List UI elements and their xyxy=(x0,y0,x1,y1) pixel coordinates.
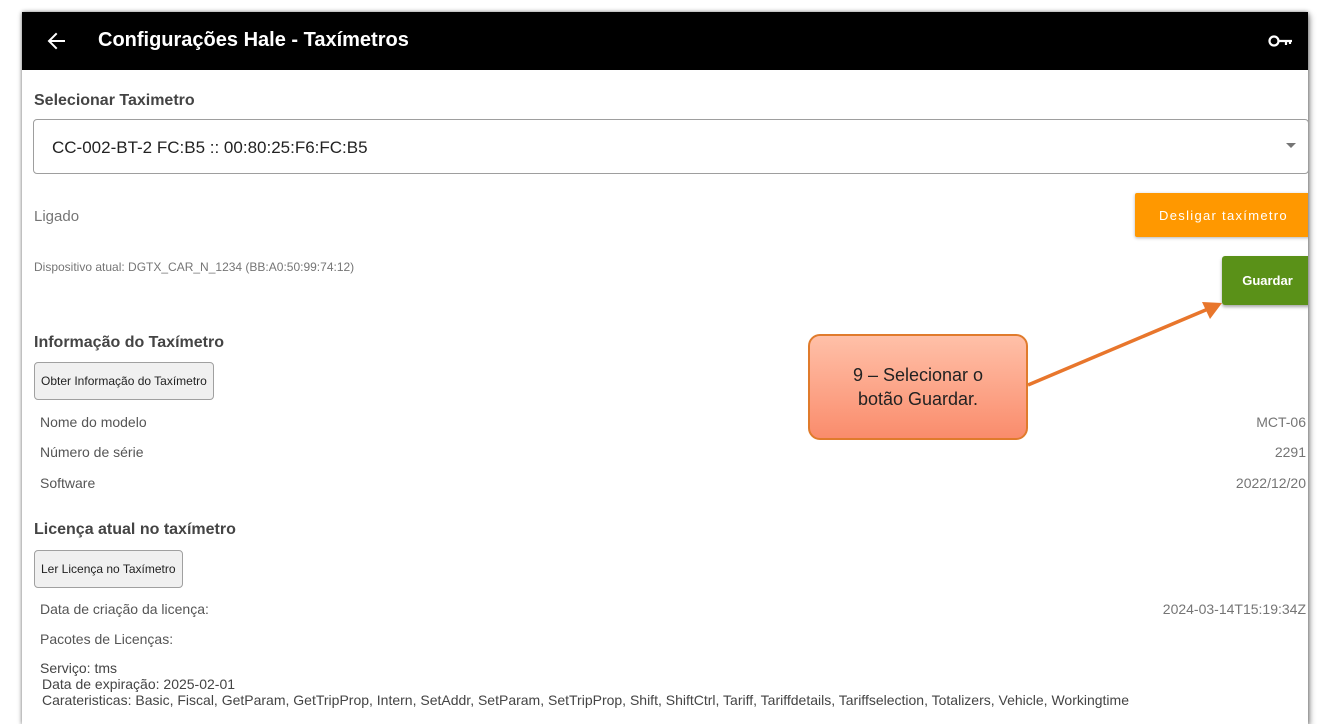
taximeter-select[interactable]: CC-002-BT-2 FC:B5 :: 00:80:25:F6:FC:B5 xyxy=(33,119,1308,174)
app-window: Configurações Hale - Taxímetros Selecion… xyxy=(22,12,1308,724)
license-packages-label: Pacotes de Licenças: xyxy=(40,631,174,647)
taximeter-info-heading: Informação do Taxímetro xyxy=(34,334,224,351)
arrow-left-icon[interactable] xyxy=(42,26,72,56)
license-features: Carateristicas: Basic, Fiscal, GetParam,… xyxy=(42,692,1129,708)
current-device-text: Dispositivo atual: DGTX_CAR_N_1234 (BB:A… xyxy=(34,260,355,274)
license-creation-label: Data de criação da licença: xyxy=(40,601,209,617)
read-license-button[interactable]: Ler Licença no Taxímetro xyxy=(34,550,183,588)
license-creation-value: 2024-03-14T15:19:34Z xyxy=(1162,601,1306,617)
page-title: Configurações Hale - Taxímetros xyxy=(98,29,409,51)
model-name-value: MCT-06 xyxy=(1256,414,1306,430)
serial-number-value: 2291 xyxy=(1274,444,1306,460)
software-value: 2022/12/20 xyxy=(1235,475,1306,491)
dropdown-caret-icon xyxy=(1286,143,1296,148)
select-taximeter-label: Selecionar Taximetro xyxy=(34,92,195,109)
disconnect-taximeter-button[interactable]: Desligar taxímetro xyxy=(1135,193,1308,237)
get-taximeter-info-button[interactable]: Obter Informação do Taxímetro xyxy=(34,362,214,400)
save-button[interactable]: Guardar xyxy=(1222,256,1308,305)
callout-line-1: 9 – Selecionar o xyxy=(852,365,984,385)
license-service: Serviço: tms xyxy=(40,660,118,676)
model-name-label: Nome do modelo xyxy=(40,414,147,430)
key-icon[interactable] xyxy=(1268,30,1294,52)
instruction-callout: 9 – Selecionar o botão Guardar. xyxy=(808,334,1028,440)
connection-status: Ligado xyxy=(34,208,80,225)
callout-line-2: botão Guardar. xyxy=(857,389,979,409)
license-expiration: Data de expiração: 2025-02-01 xyxy=(42,676,236,692)
software-label: Software xyxy=(40,475,96,491)
app-bar: Configurações Hale - Taxímetros xyxy=(22,12,1308,70)
taximeter-select-value: CC-002-BT-2 FC:B5 :: 00:80:25:F6:FC:B5 xyxy=(52,138,368,157)
serial-number-label: Número de série xyxy=(40,444,144,460)
license-heading: Licença atual no taxímetro xyxy=(34,521,236,538)
